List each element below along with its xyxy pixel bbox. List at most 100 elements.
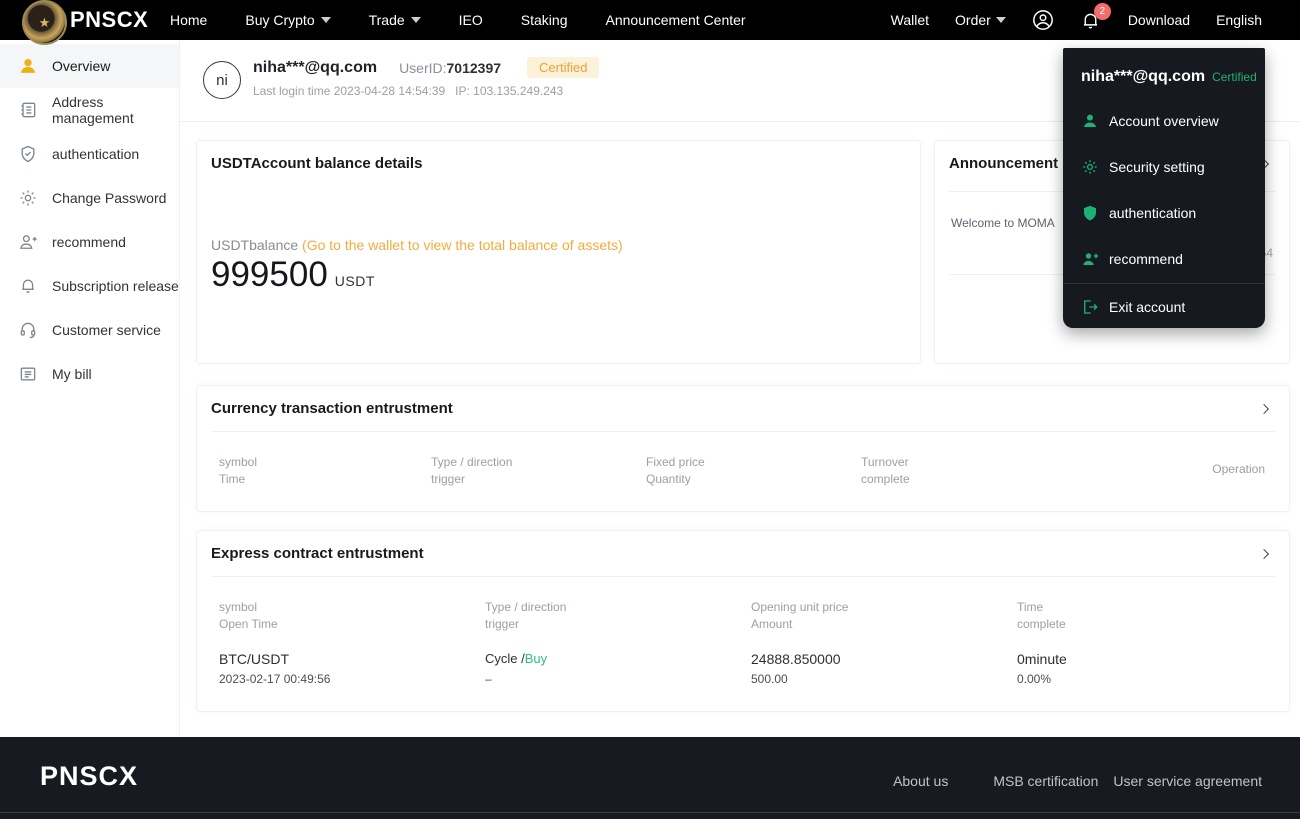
gear-icon	[1081, 158, 1099, 176]
dropdown-item-account-overview[interactable]: Account overview	[1081, 112, 1219, 130]
dropdown-item-security-setting[interactable]: Security setting	[1081, 158, 1205, 176]
sidebar-item-customer-service[interactable]: Customer service	[0, 308, 179, 352]
headset-icon	[18, 320, 38, 340]
balance-value-row: 999500 USDT	[211, 255, 375, 295]
sidebar-item-subscription-release[interactable]: Subscription release	[0, 264, 179, 308]
dropdown-item-label: recommend	[1109, 251, 1183, 267]
chevron-down-icon	[321, 17, 331, 23]
nav-wallet[interactable]: Wallet	[891, 12, 929, 28]
sidebar-item-label: recommend	[52, 234, 126, 250]
nav-language[interactable]: English	[1216, 12, 1262, 28]
dropdown-certified-label: Certified	[1212, 70, 1257, 84]
user-plus-icon	[18, 232, 38, 252]
nav-ieo[interactable]: IEO	[459, 12, 483, 28]
sidebar: Overview Address management authenticati…	[0, 40, 180, 737]
top-navbar: ★ PNSCX Home Buy Crypto Trade IEO Stakin…	[0, 0, 1300, 40]
announcement-item[interactable]: Welcome to MOMA	[951, 216, 1055, 230]
shield-icon	[1081, 204, 1099, 222]
table-row-cell-symbol: BTC/USDT 2023-02-17 00:49:56	[219, 649, 330, 689]
dropdown-item-exit-account[interactable]: Exit account	[1081, 298, 1185, 316]
table-row-cell-time: 0minute 0.00%	[1017, 649, 1067, 689]
user-info-line: niha***@qq.com UserID: 7012397 Certified	[253, 57, 599, 78]
dropdown-item-authentication[interactable]: authentication	[1081, 204, 1196, 222]
buy-direction: Buy	[525, 651, 547, 666]
balance-card: USDTAccount balance details USDTbalance …	[196, 140, 921, 364]
userid-value: 7012397	[447, 60, 502, 76]
nav-home[interactable]: Home	[170, 12, 207, 28]
balance-unit: USDT	[335, 273, 375, 289]
column-header: Type / directiontrigger	[485, 599, 566, 633]
nav-staking[interactable]: Staking	[521, 12, 568, 28]
brand-name[interactable]: PNSCX	[70, 7, 148, 33]
footer-link-user-service-agreement[interactable]: User service agreement	[1113, 773, 1262, 789]
nav-announcement-center[interactable]: Announcement Center	[606, 12, 746, 28]
user-icon	[1081, 112, 1099, 130]
notification-count-badge: 2	[1094, 3, 1111, 20]
column-header: Turnovercomplete	[861, 454, 910, 488]
column-header: Timecomplete	[1017, 599, 1066, 633]
operation-column-header: Operation	[1212, 462, 1265, 476]
address-list-icon	[18, 100, 38, 120]
chevron-down-icon	[411, 17, 421, 23]
column-header: Fixed priceQuantity	[646, 454, 705, 488]
bell-icon	[18, 276, 38, 296]
divider	[211, 576, 1275, 577]
nav-trade[interactable]: Trade	[369, 12, 421, 28]
sidebar-item-label: authentication	[52, 146, 139, 162]
column-header: Opening unit priceAmount	[751, 599, 848, 633]
sidebar-item-label: Subscription release	[52, 278, 179, 294]
dropdown-item-label: authentication	[1109, 205, 1196, 221]
notification-bell-icon[interactable]: 2	[1080, 9, 1102, 31]
gear-icon	[18, 188, 38, 208]
sidebar-item-label: My bill	[52, 366, 92, 382]
sidebar-item-recommend[interactable]: recommend	[0, 220, 179, 264]
logo-star-icon: ★	[39, 16, 51, 29]
nav-right-group: Wallet Order 2 Download English	[891, 0, 1262, 40]
sidebar-item-my-bill[interactable]: My bill	[0, 352, 179, 396]
dropdown-item-recommend[interactable]: recommend	[1081, 250, 1183, 268]
balance-value: 999500	[211, 255, 328, 295]
last-login-time: Last login time 2023-04-28 14:54:39	[253, 84, 445, 98]
divider	[211, 431, 1275, 432]
footer: PNSCX About us MSB certification User se…	[0, 737, 1300, 819]
nav-buy-crypto[interactable]: Buy Crypto	[245, 12, 330, 28]
sidebar-item-overview[interactable]: Overview	[0, 44, 179, 88]
dropdown-user-header: niha***@qq.com Certified	[1081, 68, 1257, 86]
column-header: symbolOpen Time	[219, 599, 278, 633]
logout-icon	[1081, 298, 1099, 316]
nav-order[interactable]: Order	[955, 12, 1006, 28]
dropdown-email: niha***@qq.com	[1081, 68, 1205, 86]
dropdown-item-label: Exit account	[1109, 299, 1185, 315]
express-more-chevron-icon[interactable]	[1259, 547, 1273, 561]
table-row-cell-type: Cycle /Buy –	[485, 649, 547, 689]
column-header: symbolTime	[219, 454, 257, 488]
divider	[0, 812, 1300, 813]
dropdown-item-label: Account overview	[1109, 113, 1219, 129]
sidebar-item-address-management[interactable]: Address management	[0, 88, 179, 132]
currency-more-chevron-icon[interactable]	[1259, 402, 1273, 416]
sidebar-item-label: Overview	[52, 58, 110, 74]
sidebar-item-label: Change Password	[52, 190, 166, 206]
userid-label: UserID:	[399, 60, 446, 76]
account-dropdown-menu: niha***@qq.com Certified Account overvie…	[1063, 48, 1265, 328]
avatar: ni	[203, 61, 241, 99]
nav-links: Home Buy Crypto Trade IEO Staking Announ…	[170, 0, 746, 40]
login-meta-line: Last login time 2023-04-28 14:54:39 IP: …	[253, 84, 563, 98]
user-icon	[18, 56, 38, 76]
sidebar-item-authentication[interactable]: authentication	[0, 132, 179, 176]
sidebar-item-label: Customer service	[52, 322, 161, 338]
footer-link-msb-certification[interactable]: MSB certification	[993, 773, 1098, 789]
brand-logo-icon[interactable]: ★	[22, 0, 67, 45]
shield-check-icon	[18, 144, 38, 164]
balance-card-title: USDTAccount balance details	[211, 155, 422, 172]
certified-badge: Certified	[527, 57, 599, 78]
user-plus-icon	[1081, 250, 1099, 268]
nav-download[interactable]: Download	[1128, 12, 1190, 28]
account-icon[interactable]	[1032, 9, 1054, 31]
sidebar-item-label: Address management	[52, 94, 179, 126]
footer-link-about-us[interactable]: About us	[893, 773, 948, 789]
balance-label-row: USDTbalance (Go to the wallet to view th…	[211, 237, 623, 253]
wallet-link[interactable]: (Go to the wallet to view the total bala…	[302, 237, 623, 253]
sidebar-item-change-password[interactable]: Change Password	[0, 176, 179, 220]
user-email: niha***@qq.com	[253, 59, 377, 77]
